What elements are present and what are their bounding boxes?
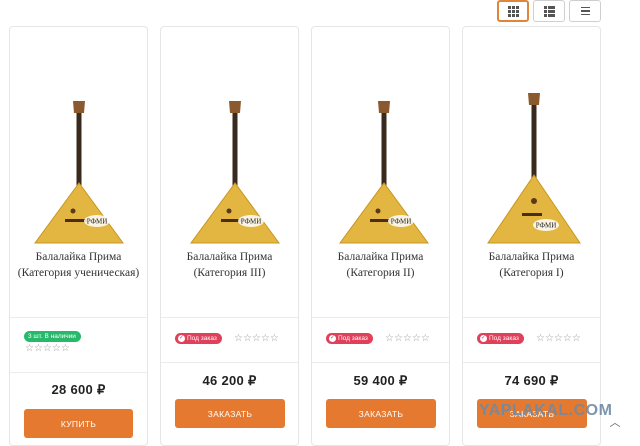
svg-text:РФМИ: РФМИ [536, 222, 557, 230]
stock-badge: 3 шт. В наличии [24, 331, 81, 342]
product-title[interactable]: Балалайка Прима (Категория I) [467, 250, 596, 281]
divider [463, 317, 600, 318]
divider [10, 372, 147, 373]
product-price: 46 200 ₽ [202, 373, 257, 388]
product-title[interactable]: Балалайка Прима (Категория ученическая) [14, 250, 143, 281]
order-badge: ✓ Под заказ [175, 333, 222, 344]
product-card[interactable]: РФМИ Балалайка Прима (Категория ученичес… [9, 26, 148, 446]
check-icon: ✓ [178, 335, 185, 342]
svg-text:РФМИ: РФМИ [391, 218, 412, 226]
rating-stars[interactable]: ☆☆☆☆☆ [536, 334, 581, 344]
compact-view-button[interactable] [569, 0, 601, 22]
svg-text:РФМИ: РФМИ [87, 218, 108, 226]
check-icon: ✓ [480, 335, 487, 342]
rating-stars[interactable]: ☆☆☆☆☆ [385, 334, 430, 344]
product-price: 28 600 ₽ [51, 382, 106, 397]
divider [463, 362, 600, 363]
grid-view-button[interactable] [497, 0, 529, 22]
chevron-up-icon[interactable]: ︿ [608, 416, 622, 430]
product-card[interactable]: РФМИ Балалайка Прима (Категория I) ✓ Под … [462, 26, 601, 446]
product-card[interactable]: РФМИ Балалайка Прима (Категория II) ✓ Под… [311, 26, 450, 446]
divider [312, 317, 449, 318]
list-view-button[interactable] [533, 0, 565, 22]
product-card[interactable]: РФМИ Балалайка Прима (Категория III) ✓ По… [160, 26, 299, 446]
product-title[interactable]: Балалайка Прима (Категория III) [165, 250, 294, 281]
check-icon: ✓ [329, 335, 336, 342]
divider [312, 362, 449, 363]
view-toggle-group [497, 0, 601, 22]
order-button[interactable]: ЗАКАЗАТЬ [175, 399, 285, 428]
divider [161, 362, 298, 363]
order-badge: ✓ Под заказ [326, 333, 373, 344]
svg-text:РФМИ: РФМИ [241, 218, 262, 226]
order-badge: ✓ Под заказ [477, 333, 524, 344]
rating-stars[interactable]: ☆☆☆☆☆ [25, 344, 70, 354]
buy-button[interactable]: КУПИТЬ [24, 409, 133, 438]
product-image[interactable]: РФМИ [312, 63, 451, 253]
lines-icon [580, 6, 590, 16]
product-price: 74 690 ₽ [504, 373, 559, 388]
product-image[interactable]: РФМИ [463, 63, 602, 253]
rating-stars[interactable]: ☆☆☆☆☆ [234, 334, 279, 344]
watermark: YAPLAKAL.COM [479, 402, 613, 419]
grid-icon [507, 5, 519, 17]
product-image[interactable]: РФМИ [161, 63, 300, 253]
divider [161, 317, 298, 318]
product-image[interactable]: РФМИ [10, 63, 149, 253]
product-price: 59 400 ₽ [353, 373, 408, 388]
divider [10, 317, 147, 318]
list-icon [543, 5, 555, 17]
order-button[interactable]: ЗАКАЗАТЬ [326, 399, 436, 428]
product-title[interactable]: Балалайка Прима (Категория II) [316, 250, 445, 281]
